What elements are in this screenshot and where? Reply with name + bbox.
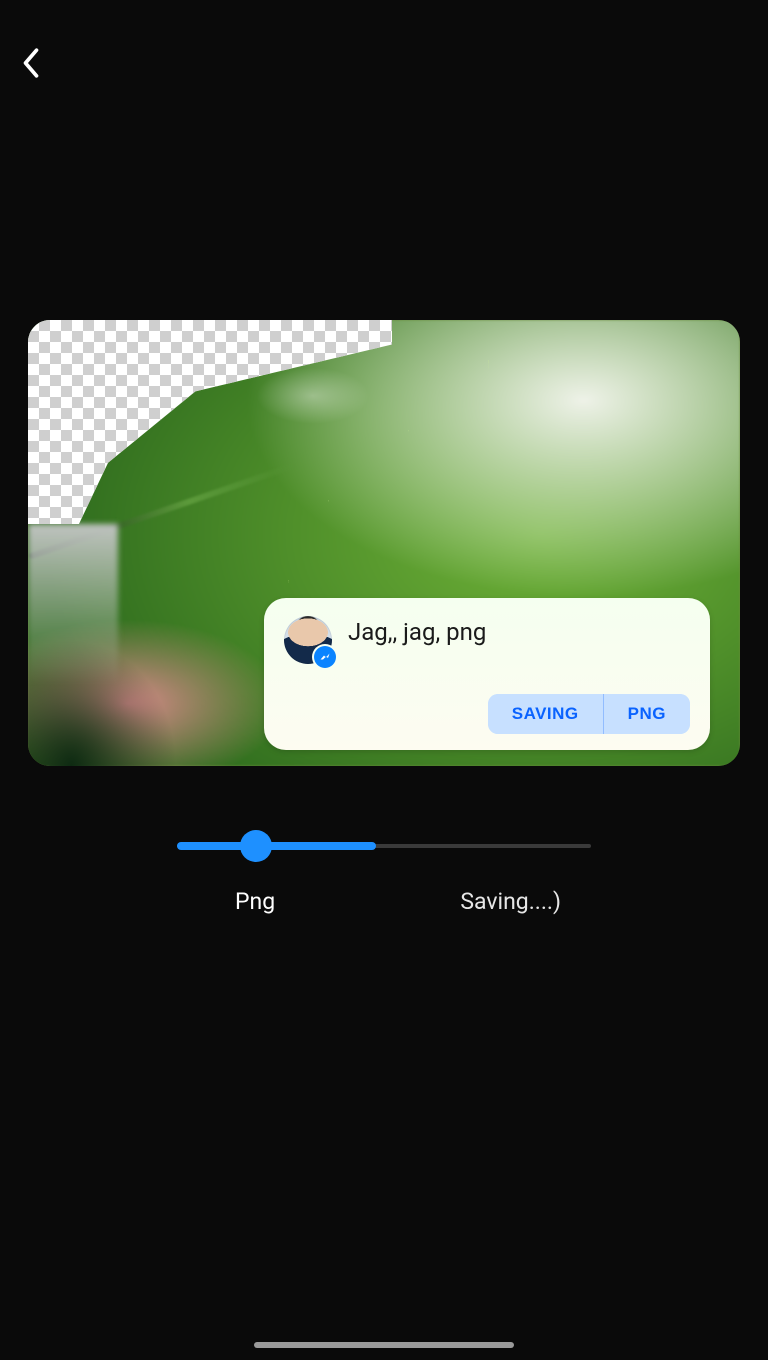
notification-actions: SAVING PNG — [488, 694, 690, 734]
home-indicator — [254, 1342, 514, 1348]
slider-thumb[interactable] — [240, 830, 272, 862]
messenger-badge-icon — [314, 646, 336, 668]
slider-track-active — [177, 842, 376, 850]
chevron-left-icon — [20, 46, 42, 84]
slider-labels: Png Saving....) — [177, 862, 591, 915]
slider-label-left: Png — [235, 888, 275, 915]
image-preview[interactable]: Jag,, jag, png SAVING PNG — [28, 320, 740, 766]
back-button[interactable] — [14, 48, 48, 82]
slider-area: Png Saving....) — [0, 830, 768, 915]
notification-card: Jag,, jag, png SAVING PNG — [264, 598, 710, 750]
png-button[interactable]: PNG — [603, 694, 690, 734]
bg-grey-patch — [28, 524, 118, 684]
slider-label-right: Saving....) — [460, 888, 561, 915]
avatar-wrap — [284, 616, 332, 664]
notification-header: Jag,, jag, png — [284, 616, 690, 664]
progress-slider[interactable] — [177, 830, 591, 862]
saving-button[interactable]: SAVING — [488, 694, 603, 734]
notification-text: Jag,, jag, png — [348, 618, 486, 646]
